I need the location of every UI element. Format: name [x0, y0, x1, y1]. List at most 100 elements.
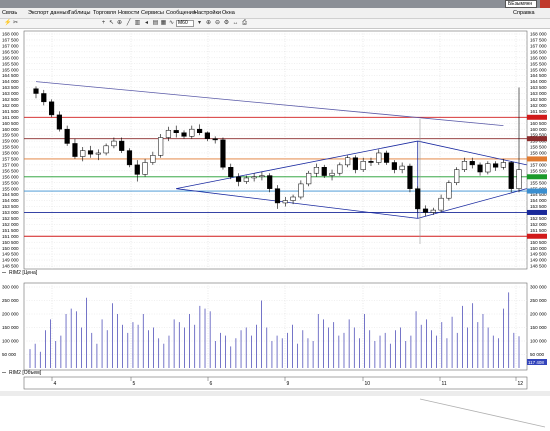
close-icon[interactable]: [540, 0, 550, 8]
volume-tick-left: 250 000: [2, 298, 19, 303]
price-tick-right: 158 000: [530, 151, 547, 156]
candle-body: [220, 139, 226, 168]
price-tick-right: 164 500: [530, 73, 547, 78]
candle-body: [119, 140, 125, 151]
candle-body: [360, 161, 366, 170]
chart-type-icon[interactable]: ▥: [134, 20, 141, 27]
price-tick-left: 165 500: [2, 61, 19, 66]
price-tick-left: 159 500: [2, 133, 19, 138]
volume-tick-right: 50 000: [530, 352, 544, 357]
menu-item-export[interactable]: Экспорт данных: [28, 10, 69, 17]
timeframe-prev-icon[interactable]: ◂: [143, 20, 150, 27]
candle-body: [399, 165, 405, 170]
arrow-icon[interactable]: ↖: [108, 20, 115, 27]
connect-icon[interactable]: ⚡: [4, 20, 11, 27]
candle-body: [430, 209, 436, 213]
chart-svg[interactable]: 168 000167 500167 000166 500166 000165 5…: [0, 29, 550, 429]
level-price-tag: [527, 233, 547, 239]
volume-tick-left: 50 000: [2, 352, 16, 357]
menu-item-link[interactable]: Связь: [2, 10, 17, 17]
menu-item-trading[interactable]: Торговля: [93, 10, 116, 17]
price-tick-left: 163 500: [2, 85, 19, 90]
chart-icon[interactable]: ▦: [160, 20, 167, 27]
price-tick-left: 159 000: [2, 139, 19, 144]
timeframe-select[interactable]: M60: [176, 20, 194, 27]
price-tick-left: 154 500: [2, 192, 19, 197]
price-tick-left: 166 000: [2, 55, 19, 60]
date-tick-label: 4: [54, 381, 57, 387]
price-tick-right: 157 000: [530, 162, 547, 167]
date-tick-label: 9: [287, 381, 290, 387]
price-tick-right: 163 000: [530, 91, 547, 96]
price-tick-right: 151 500: [530, 228, 547, 233]
price-tick-left: 151 500: [2, 228, 19, 233]
price-tick-left: 160 500: [2, 121, 19, 126]
chevron-down-icon[interactable]: ▾: [196, 20, 203, 27]
candle-body: [267, 175, 273, 189]
menu-item-messages[interactable]: Сообщения: [166, 10, 196, 17]
candle-body: [446, 182, 452, 199]
candle-body: [181, 132, 187, 137]
menu-item-news[interactable]: Новости: [118, 10, 139, 17]
zoom-in-icon[interactable]: ⊕: [205, 20, 212, 27]
candle-body: [197, 128, 203, 133]
settings-icon[interactable]: ⚙: [223, 20, 230, 27]
candle-body: [173, 130, 179, 133]
line-tool-icon[interactable]: ╱: [125, 20, 132, 27]
menu-item-help[interactable]: Справка: [513, 10, 535, 17]
price-tick-right: 149 000: [530, 258, 547, 263]
level-price-tag: [527, 188, 547, 194]
candle-body: [352, 157, 358, 170]
crosshair-icon[interactable]: +: [100, 20, 107, 27]
print-icon[interactable]: ⎙: [241, 20, 248, 27]
toolbar: ⚡ ✂ + ↖ ⊕ ╱ ▥ ◂ ▤ ▦ ∿ M60 ▾ ⊕ ⊖ ⚙ ↔ ⎙: [0, 19, 550, 29]
menu-item-services[interactable]: Сервисы: [141, 10, 164, 17]
indicator-icon[interactable]: ∿: [168, 20, 175, 27]
price-tick-left: 158 500: [2, 145, 19, 150]
candle-body: [64, 128, 70, 144]
price-tick-right: 149 500: [530, 252, 547, 257]
table-icon[interactable]: ▤: [152, 20, 159, 27]
title-bar: БЕзымянн: [0, 0, 550, 8]
price-tick-right: 150 000: [530, 246, 547, 251]
candle-body: [41, 93, 47, 103]
scroll-icon[interactable]: ↔: [232, 20, 239, 27]
price-tick-left: 157 500: [2, 157, 19, 162]
zoom-out-icon[interactable]: ⊖: [214, 20, 221, 27]
candle-body: [376, 152, 382, 163]
date-tick-label: 11: [442, 381, 447, 387]
volume-tick-right: 150 000: [530, 325, 547, 330]
candle-body: [306, 172, 312, 185]
horizontal-scrollbar[interactable]: [0, 391, 550, 396]
price-tick-left: 167 500: [2, 38, 19, 43]
price-tick-left: 151 000: [2, 234, 19, 239]
price-tick-right: 152 000: [530, 222, 547, 227]
price-tick-right: 168 000: [530, 32, 547, 37]
volume-tick-right: 200 000: [530, 312, 547, 317]
chart-area: 168 000 167 500 167 000 166 500 166 000 165 5…: [0, 29, 550, 429]
candle-body: [282, 200, 288, 204]
price-tick-left: 167 000: [2, 43, 19, 48]
candle-body: [228, 167, 234, 178]
candle-body: [56, 114, 62, 130]
price-tick-left: 164 500: [2, 73, 19, 78]
candle-body: [126, 150, 133, 166]
price-tick-right: 150 500: [530, 240, 547, 245]
candle-body: [290, 196, 296, 201]
price-tick-right: 154 000: [530, 198, 547, 203]
disconnect-icon[interactable]: ✂: [12, 20, 19, 27]
price-tick-right: 167 000: [530, 43, 547, 48]
candle-body: [298, 183, 304, 198]
price-tick-left: 158 000: [2, 151, 19, 156]
candle-body: [158, 137, 164, 156]
zoom-icon[interactable]: ⊕: [116, 20, 123, 27]
volume-tick-right: 300 000: [530, 285, 547, 290]
menu-item-settings[interactable]: Настройки: [194, 10, 221, 17]
candle-body: [337, 164, 343, 174]
price-tick-right: 155 500: [530, 180, 547, 185]
price-tick-right: 161 500: [530, 109, 547, 114]
price-tick-left: 164 000: [2, 79, 19, 84]
menu-item-tables[interactable]: Таблицы: [68, 10, 90, 17]
menu-item-windows[interactable]: Окна: [222, 10, 235, 17]
volume-last-value: 117 408: [528, 360, 544, 365]
